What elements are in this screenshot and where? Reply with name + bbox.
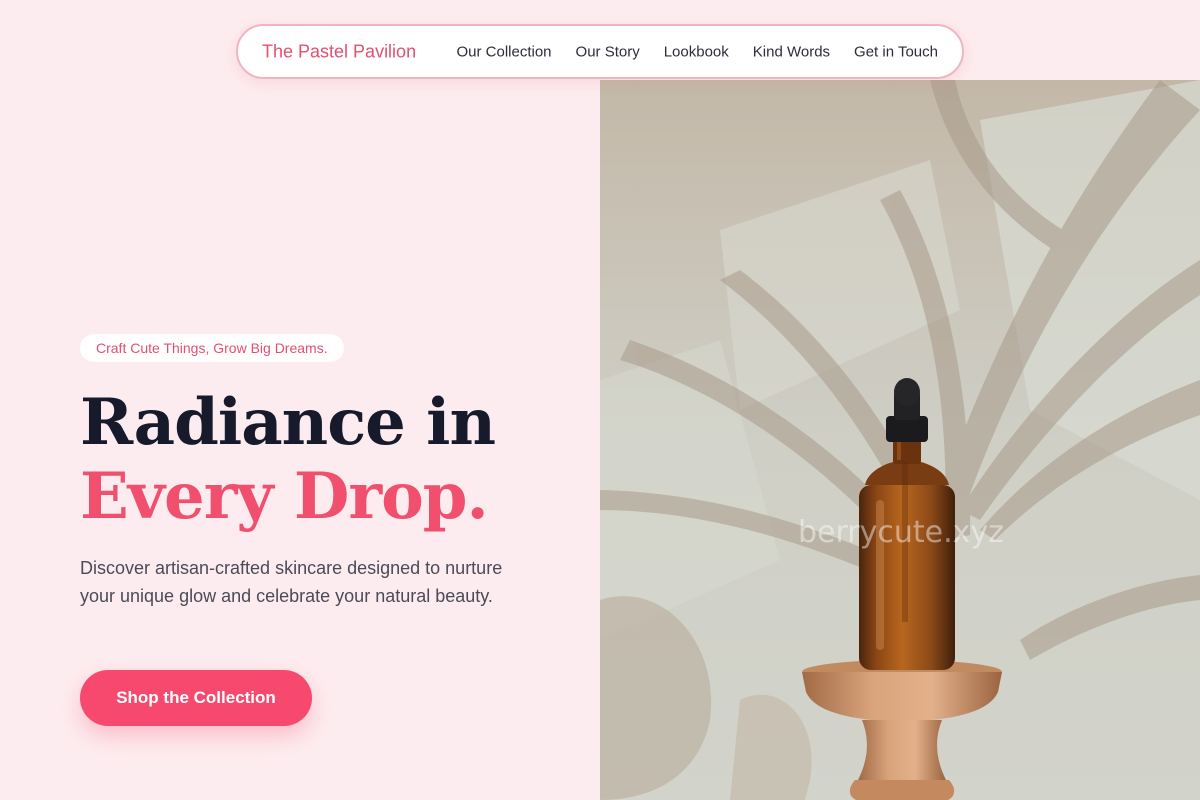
headline-line-1: Radiance in: [80, 385, 496, 460]
brand-logo[interactable]: The Pastel Pavilion: [262, 41, 416, 62]
nav-link-our-collection[interactable]: Our Collection: [456, 43, 551, 60]
nav-link-get-in-touch[interactable]: Get in Touch: [854, 43, 938, 60]
hero-product-image: berrycute.xyz: [600, 80, 1200, 800]
tagline-badge: Craft Cute Things, Grow Big Dreams.: [80, 334, 344, 362]
nav-link-lookbook[interactable]: Lookbook: [664, 43, 729, 60]
nav-link-kind-words[interactable]: Kind Words: [753, 43, 830, 60]
hero-description: Discover artisan-crafted skincare design…: [80, 558, 503, 606]
nav-link-our-story[interactable]: Our Story: [576, 43, 640, 60]
hero-headline: Radiance in Every Drop.: [80, 385, 496, 534]
nav-links: Our Collection Our Story Lookbook Kind W…: [456, 43, 938, 60]
product-photo-illustration: [600, 80, 1200, 800]
shop-collection-button[interactable]: Shop the Collection: [80, 670, 312, 726]
main-navigation: The Pastel Pavilion Our Collection Our S…: [236, 24, 964, 79]
headline-line-2: Every Drop.: [80, 459, 489, 534]
watermark-text: berrycute.xyz: [798, 515, 1004, 550]
